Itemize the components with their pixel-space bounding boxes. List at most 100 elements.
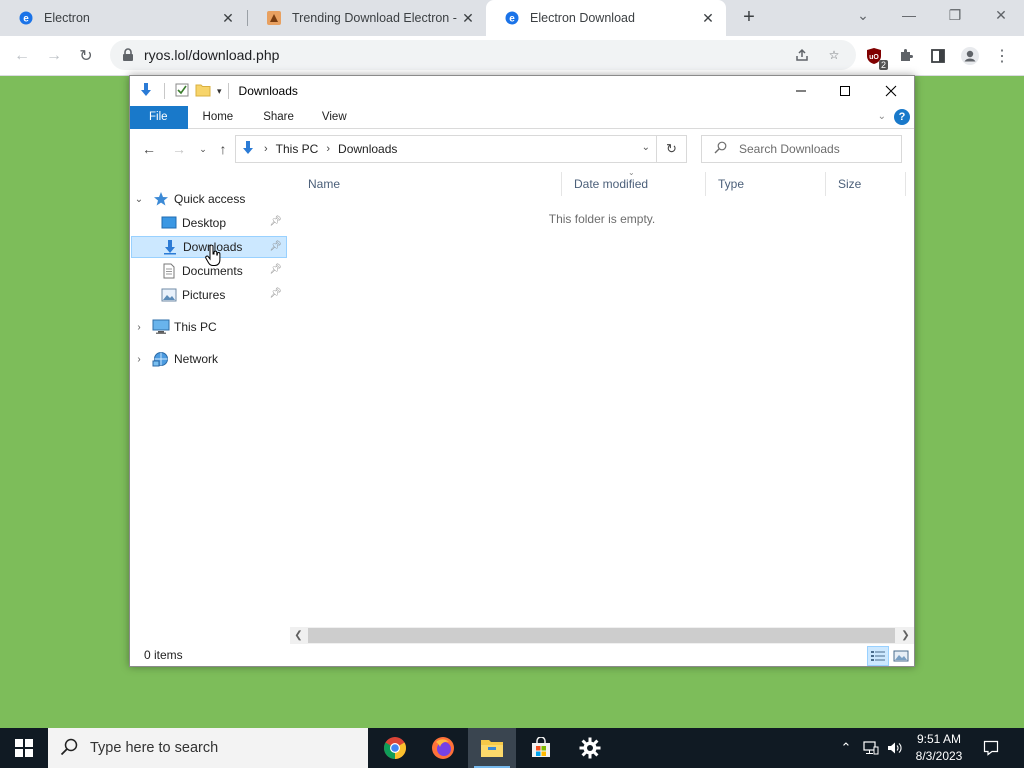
expand-ribbon-chevron-icon[interactable]: ⌄ bbox=[878, 111, 886, 122]
extension-badge: 2 bbox=[878, 60, 888, 70]
recent-locations-chevron-icon[interactable]: ⌄ bbox=[194, 140, 212, 158]
svg-text:e: e bbox=[23, 14, 29, 25]
breadcrumb-chevron-icon[interactable]: › bbox=[326, 143, 330, 155]
document-icon bbox=[160, 263, 178, 279]
extensions-puzzle-icon[interactable] bbox=[892, 42, 920, 70]
breadcrumb-this-pc[interactable]: This PC bbox=[276, 142, 319, 156]
windows-start-icon[interactable] bbox=[0, 728, 48, 768]
network-tray-icon[interactable] bbox=[860, 728, 882, 768]
breadcrumb-chevron-icon[interactable]: › bbox=[264, 143, 268, 155]
ribbon-tabs: File Home Share View ⌄ ? bbox=[130, 105, 914, 129]
downloads-arrow-icon bbox=[138, 82, 154, 101]
back-arrow-icon[interactable]: ← bbox=[140, 140, 158, 158]
browser-close-button[interactable]: ✕ bbox=[978, 0, 1024, 30]
breadcrumb-downloads[interactable]: Downloads bbox=[338, 142, 397, 156]
qat-dropdown-icon[interactable]: ▾ bbox=[217, 86, 222, 97]
tab-close-icon[interactable]: ✕ bbox=[460, 10, 476, 26]
share-icon[interactable] bbox=[788, 40, 816, 70]
profile-avatar-icon[interactable] bbox=[956, 42, 984, 70]
horizontal-scrollbar[interactable]: ❮ ❯ bbox=[290, 627, 914, 644]
nav-this-pc[interactable]: › This PC bbox=[134, 316, 286, 338]
nav-network[interactable]: › Network bbox=[134, 348, 286, 370]
show-hidden-icons-chevron-icon[interactable]: ⌃ bbox=[836, 728, 856, 768]
computer-icon bbox=[152, 319, 170, 335]
taskbar-search-placeholder: Type here to search bbox=[90, 740, 219, 756]
search-icon bbox=[714, 141, 727, 157]
browser-menu-kebab-icon[interactable]: ⋮ bbox=[988, 42, 1016, 70]
large-icons-view-icon[interactable] bbox=[890, 646, 912, 666]
scrollbar-thumb[interactable] bbox=[308, 628, 895, 643]
column-header-size[interactable]: Size bbox=[826, 172, 906, 196]
column-header-name[interactable]: Name bbox=[296, 172, 562, 196]
pin-icon[interactable]: 📌︎ bbox=[269, 216, 282, 227]
settings-gear-taskbar-icon[interactable] bbox=[566, 728, 614, 768]
reload-icon[interactable]: ↻ bbox=[72, 42, 100, 70]
browser-minimize-button[interactable]: — bbox=[886, 0, 932, 30]
chrome-taskbar-icon[interactable] bbox=[371, 728, 419, 768]
tab-share[interactable]: Share bbox=[247, 106, 308, 129]
scroll-left-icon[interactable]: ❮ bbox=[290, 627, 307, 644]
forward-arrow-icon[interactable]: → bbox=[40, 42, 68, 70]
up-arrow-icon[interactable]: ↑ bbox=[214, 140, 232, 158]
nav-item-pictures[interactable]: Pictures 📌︎ bbox=[132, 284, 286, 306]
explorer-close-button[interactable] bbox=[868, 76, 914, 106]
tab-electron-download[interactable]: e Electron Download ✕ bbox=[486, 0, 726, 36]
expand-chevron-icon[interactable]: › bbox=[134, 354, 144, 365]
ublock-extension-icon[interactable]: uO 2 bbox=[860, 42, 888, 70]
scroll-right-icon[interactable]: ❯ bbox=[897, 627, 914, 644]
pictures-icon bbox=[160, 287, 178, 303]
new-tab-button[interactable]: + bbox=[738, 6, 760, 28]
collapse-chevron-icon[interactable]: ⌄ bbox=[134, 194, 144, 205]
tab-search-chevron-icon[interactable]: ⌄ bbox=[840, 0, 886, 30]
tab-trending-download[interactable]: Trending Download Electron - Ry ✕ bbox=[248, 0, 486, 36]
desktop-icon bbox=[160, 215, 178, 231]
forward-arrow-icon[interactable]: → bbox=[170, 140, 188, 158]
new-folder-icon[interactable] bbox=[195, 83, 211, 100]
nav-label: Quick access bbox=[174, 192, 246, 206]
address-bar[interactable]: ryos.lol/download.php ☆ bbox=[110, 40, 856, 70]
address-dropdown-icon[interactable]: ⌄ bbox=[642, 142, 650, 153]
browser-restore-button[interactable]: ❐ bbox=[932, 0, 978, 30]
taskbar-search-box[interactable]: Type here to search bbox=[48, 728, 368, 768]
pin-icon[interactable]: 📌︎ bbox=[269, 264, 282, 275]
tab-electron[interactable]: e Electron ✕ bbox=[0, 0, 246, 36]
column-header-date-modified[interactable]: Date modified bbox=[562, 172, 706, 196]
file-explorer-taskbar-icon[interactable] bbox=[468, 728, 516, 768]
search-input[interactable] bbox=[739, 142, 889, 156]
star-icon bbox=[152, 191, 170, 207]
microsoft-store-taskbar-icon[interactable] bbox=[517, 728, 565, 768]
explorer-minimize-button[interactable] bbox=[778, 76, 824, 106]
empty-folder-message: This folder is empty. bbox=[548, 212, 656, 226]
refresh-icon[interactable]: ↻ bbox=[657, 135, 687, 163]
firefox-taskbar-icon[interactable] bbox=[419, 728, 467, 768]
tab-view[interactable]: View bbox=[308, 106, 361, 129]
notification-center-icon[interactable] bbox=[980, 728, 1002, 768]
explorer-title-bar: ▾ Downloads bbox=[130, 76, 914, 106]
pin-icon[interactable]: 📌︎ bbox=[269, 241, 282, 252]
expand-chevron-icon[interactable]: › bbox=[134, 322, 144, 333]
taskbar-clock[interactable]: 9:51 AM 8/3/2023 bbox=[900, 731, 978, 765]
side-panel-icon[interactable] bbox=[924, 42, 952, 70]
bookmark-star-icon[interactable]: ☆ bbox=[820, 40, 848, 70]
clock-time: 9:51 AM bbox=[916, 732, 962, 746]
downloads-arrow-icon bbox=[161, 239, 179, 255]
pin-icon[interactable]: 📌︎ bbox=[269, 288, 282, 299]
properties-check-icon[interactable] bbox=[175, 83, 189, 100]
details-view-icon[interactable] bbox=[867, 646, 889, 666]
tab-file[interactable]: File bbox=[130, 105, 188, 129]
column-header-type[interactable]: Type bbox=[706, 172, 826, 196]
item-count: 0 items bbox=[144, 648, 183, 662]
lock-icon[interactable] bbox=[120, 47, 136, 63]
tab-home[interactable]: Home bbox=[188, 106, 248, 129]
explorer-address-bar[interactable]: › This PC › Downloads ⌄ bbox=[235, 135, 657, 163]
tab-close-icon[interactable]: ✕ bbox=[700, 10, 716, 26]
tab-close-icon[interactable]: ✕ bbox=[220, 10, 236, 26]
site-favicon-icon bbox=[266, 10, 282, 26]
help-icon[interactable]: ? bbox=[894, 109, 910, 125]
back-arrow-icon[interactable]: ← bbox=[8, 42, 36, 70]
explorer-maximize-button[interactable] bbox=[822, 76, 868, 106]
downloads-arrow-icon bbox=[240, 140, 256, 159]
nav-item-desktop[interactable]: Desktop 📌︎ bbox=[132, 212, 286, 234]
nav-quick-access[interactable]: ⌄ Quick access bbox=[134, 188, 286, 210]
search-box[interactable] bbox=[701, 135, 902, 163]
